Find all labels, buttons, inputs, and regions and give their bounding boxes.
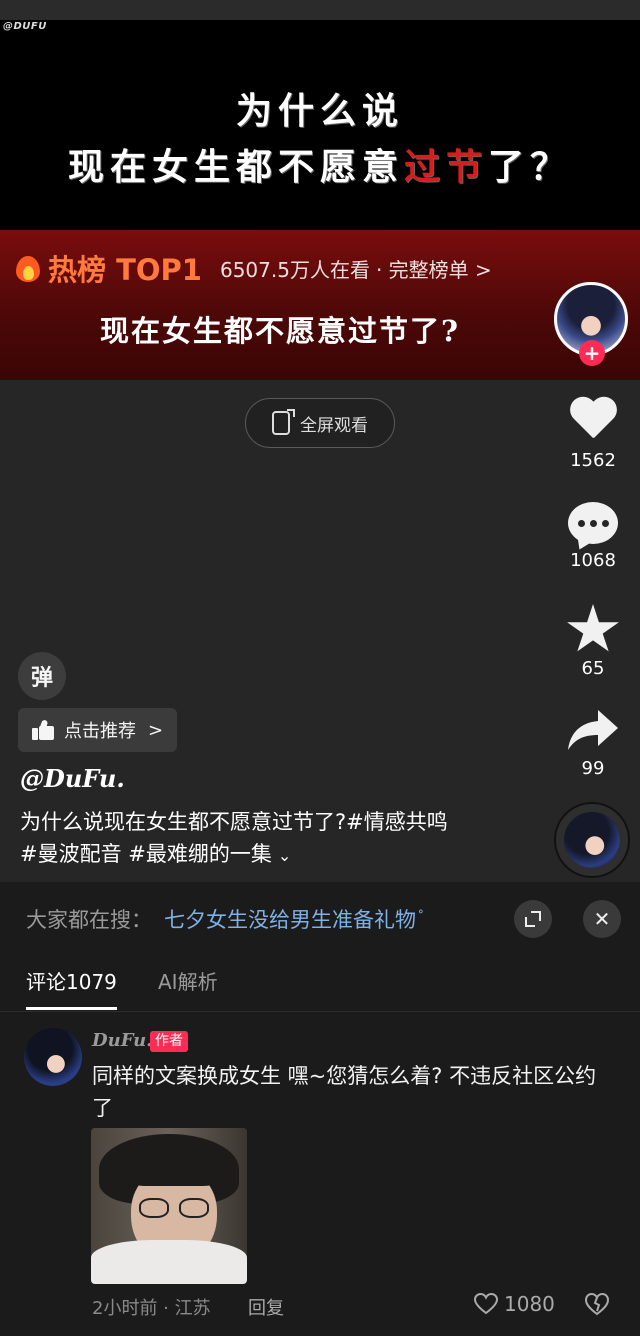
comment-count: 1068 bbox=[570, 550, 616, 571]
title-line-2-suffix: 了？ bbox=[488, 146, 573, 188]
chevron-down-icon[interactable]: ⌄ bbox=[278, 846, 291, 865]
danmu-toggle-button[interactable]: 弹 bbox=[18, 652, 66, 700]
author-badge: 作者 bbox=[150, 1031, 188, 1052]
author-name[interactable]: @DuFu. bbox=[20, 764, 125, 793]
share-icon bbox=[568, 710, 618, 750]
like-button[interactable]: 1562 bbox=[556, 398, 630, 471]
thumbs-up-icon bbox=[32, 719, 54, 740]
close-button[interactable]: ✕ bbox=[583, 900, 621, 938]
commenter-name[interactable]: DuFu. bbox=[92, 1030, 153, 1051]
fullscreen-icon bbox=[272, 409, 295, 435]
video-title-line-1: 为什么说 bbox=[235, 90, 404, 132]
heart-icon bbox=[568, 398, 618, 444]
music-cover bbox=[564, 812, 620, 868]
star-icon bbox=[567, 604, 619, 652]
expand-button[interactable] bbox=[514, 900, 552, 938]
tab-ai-analysis[interactable]: AI解析 bbox=[158, 966, 218, 1007]
comment-tabs: 评论1079 AI解析 bbox=[0, 966, 640, 1012]
comment-button[interactable]: 1068 bbox=[556, 502, 630, 571]
dislike-icon[interactable] bbox=[584, 1292, 610, 1316]
reply-button[interactable]: 回复 bbox=[248, 1294, 284, 1320]
favorite-button[interactable]: 65 bbox=[556, 604, 630, 679]
fullscreen-button[interactable]: 全屏观看 bbox=[245, 398, 395, 448]
trending-search-bar[interactable]: 大家都在搜： 七夕女生没给男生准备礼物 ᐤ ✕ bbox=[0, 882, 640, 956]
tab-comments[interactable]: 评论1079 bbox=[26, 966, 117, 1010]
description-hashtags: #曼波配音 #最难绷的一集 bbox=[20, 842, 272, 866]
status-strip bbox=[0, 0, 640, 20]
search-suggestion-text: 七夕女生没给男生准备礼物 bbox=[164, 908, 416, 932]
title-line-2-highlight: 过节 bbox=[403, 146, 488, 188]
comments-sheet: 大家都在搜： 七夕女生没给男生准备礼物 ᐤ ✕ 评论1079 AI解析 DuFu.… bbox=[0, 882, 640, 1336]
heart-outline-icon bbox=[474, 1293, 498, 1315]
hot-viewer-count: 6507.5万人在看 bbox=[219, 257, 370, 282]
description-line-2: #曼波配音 #最难绷的一集 ⌄ bbox=[20, 838, 540, 872]
flame-icon bbox=[14, 252, 42, 284]
share-count: 99 bbox=[581, 758, 605, 779]
chevron-right-icon: > bbox=[148, 719, 164, 741]
video-title-line-2: 现在女生都不愿意过节了？ bbox=[0, 138, 640, 190]
description-line-1: 为什么说现在女生都不愿意过节了?#情感共鸣 bbox=[20, 810, 448, 834]
search-icon: ᐤ bbox=[418, 907, 424, 923]
video-description[interactable]: 为什么说现在女生都不愿意过节了?#情感共鸣 #曼波配音 #最难绷的一集 ⌄ bbox=[20, 806, 540, 872]
comment-like-button[interactable]: 1080 bbox=[474, 1292, 555, 1316]
close-icon: ✕ bbox=[593, 907, 611, 931]
music-disc[interactable] bbox=[556, 804, 628, 876]
fullscreen-label: 全屏观看 bbox=[300, 415, 368, 436]
search-suggestion-link[interactable]: 七夕女生没给男生准备礼物 ᐤ bbox=[164, 904, 423, 934]
commenter-avatar[interactable] bbox=[24, 1028, 82, 1086]
hot-list-row[interactable]: 热榜 TOP1 6507.5万人在看 · 完整榜单 > bbox=[14, 248, 492, 288]
follow-button[interactable]: + bbox=[579, 340, 605, 366]
comment-icon bbox=[568, 502, 618, 544]
recommend-button[interactable]: 点击推荐 > bbox=[18, 708, 178, 752]
comment-image[interactable] bbox=[91, 1128, 247, 1284]
comment-text: 同样的文案换成女生 嘿~您猜怎么着? 不违反社区公约了 bbox=[92, 1064, 597, 1120]
hot-full-list-link[interactable]: · 完整榜单 > bbox=[376, 254, 492, 283]
creator-avatar[interactable]: + bbox=[554, 282, 630, 366]
expand-icon bbox=[525, 911, 541, 927]
hot-topic-title: 现在女生都不愿意过节了? bbox=[100, 314, 460, 348]
comment-like-count: 1080 bbox=[504, 1292, 555, 1316]
video-player[interactable]: @DUFU 为什么说 现在女生都不愿意过节了？ 热榜 TOP1 6507.5万人… bbox=[0, 0, 640, 882]
recommend-label: 点击推荐 bbox=[64, 721, 136, 742]
comment-meta: 2小时前 · 江苏 bbox=[92, 1298, 211, 1319]
favorite-count: 65 bbox=[581, 658, 605, 679]
hot-list-label: 热榜 TOP1 bbox=[48, 253, 202, 287]
title-line-2-prefix: 现在女生都不愿意 bbox=[67, 146, 404, 188]
share-button[interactable]: 99 bbox=[556, 708, 630, 779]
like-count: 1562 bbox=[570, 450, 616, 471]
search-prefix: 大家都在搜： bbox=[26, 908, 152, 932]
video-watermark: @DUFU bbox=[3, 21, 47, 32]
